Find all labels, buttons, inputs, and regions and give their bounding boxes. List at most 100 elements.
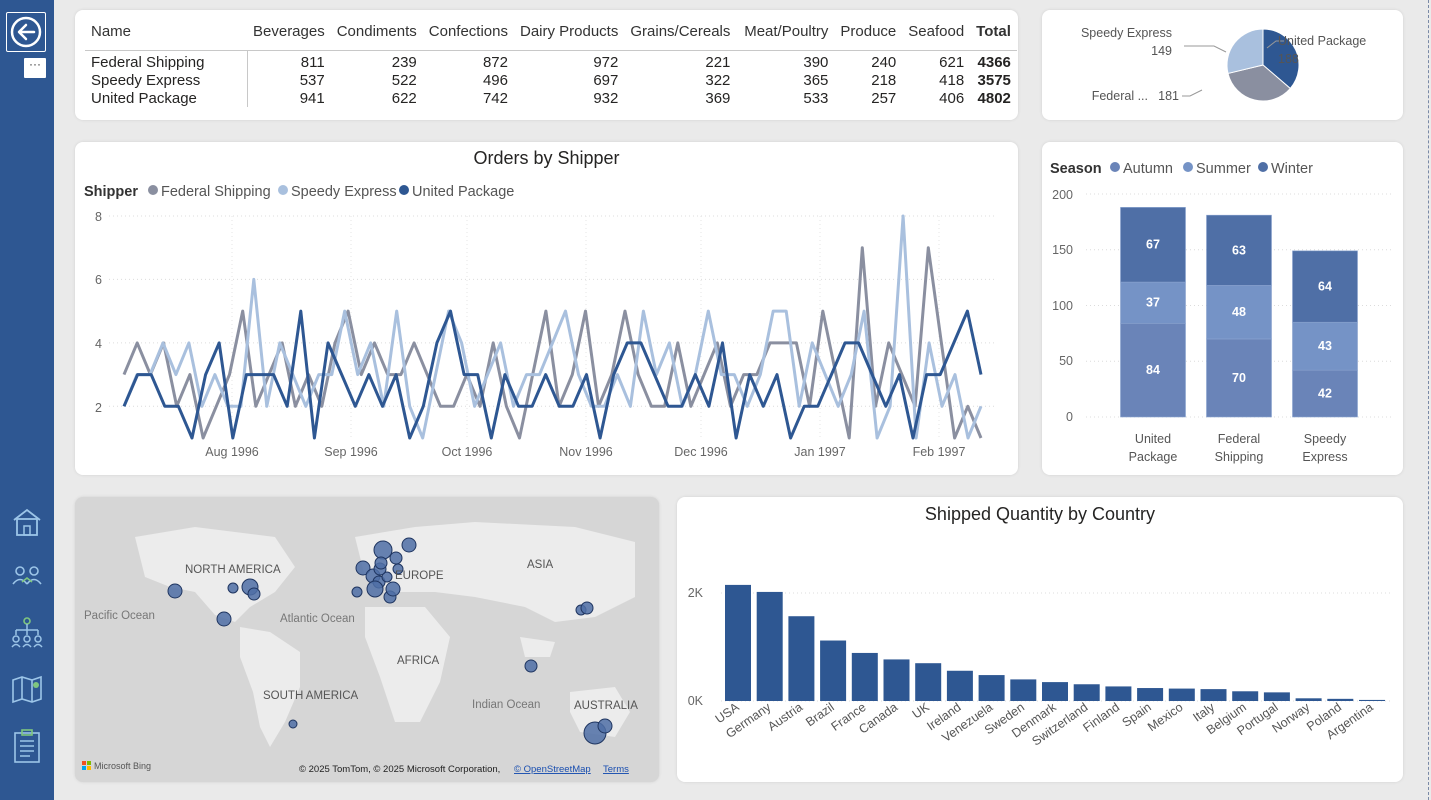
x-tick: Nov 1996: [559, 445, 613, 459]
pie-value: 188: [1278, 52, 1299, 66]
country-bar: [851, 652, 878, 701]
x-tick: Mexico: [1145, 700, 1186, 734]
map-card[interactable]: NORTH AMERICA EUROPE ASIA Pacific Ocean …: [75, 497, 659, 782]
column-header[interactable]: Condiments: [330, 20, 423, 51]
users-icon[interactable]: [10, 560, 44, 594]
cell: 369: [705, 89, 731, 107]
map-bubble: [366, 580, 384, 598]
total-cell: 3575: [977, 71, 1011, 89]
cell: 941: [299, 89, 325, 107]
country-bar: [788, 616, 815, 701]
x-tick: Express: [1302, 450, 1347, 464]
x-tick: Finland: [1081, 700, 1123, 735]
column-header[interactable]: Beverages: [247, 20, 331, 51]
column-header[interactable]: Name: [85, 20, 247, 51]
home-icon[interactable]: [10, 505, 44, 539]
country-bar: [1168, 688, 1195, 701]
map-bubble: [167, 583, 183, 599]
hierarchy-icon[interactable]: [10, 615, 44, 649]
orders-by-shipper-card: Orders by Shipper Shipper Federal Shippi…: [75, 142, 1018, 475]
legend-title: Season: [1050, 161, 1102, 177]
back-arrow-icon: [10, 16, 42, 48]
map-copyright: © 2025 TomTom, © 2025 Microsoft Corporat…: [299, 764, 500, 775]
column-header[interactable]: Confections: [422, 20, 514, 51]
map-icon[interactable]: [10, 672, 44, 706]
cell: 932: [593, 89, 619, 107]
cell: 742: [482, 89, 508, 107]
data-label: 84: [1146, 363, 1160, 377]
season-stacked-bar-chart[interactable]: Season Autumn Summer Winter 200 150 100 …: [1042, 142, 1403, 475]
legend-item: United Package: [412, 184, 514, 200]
pie-slice: [1226, 28, 1264, 75]
map-label: AFRICA: [397, 655, 440, 667]
legend-marker: [148, 185, 158, 195]
shipper-category-matrix: Name Beverages Condiments Confections Da…: [85, 20, 1017, 107]
cell: 533: [803, 89, 829, 107]
x-tick: Federal: [1218, 432, 1260, 446]
y-tick: 2K: [688, 586, 704, 600]
y-tick: 50: [1059, 354, 1073, 368]
country-bar: [946, 670, 973, 701]
bing-label: Microsoft Bing: [94, 761, 151, 771]
country-card: Shipped Quantity by Country 2K 0K USA Ger…: [677, 497, 1403, 782]
pie-label: Speedy Express: [1081, 26, 1172, 40]
pie-value: 181: [1158, 89, 1179, 103]
row-name: United Package: [85, 89, 248, 107]
column-header[interactable]: Total: [970, 20, 1017, 51]
row-name: Speedy Express: [85, 71, 248, 89]
map-bubble: [216, 611, 232, 627]
country-bar: [978, 675, 1005, 701]
country-bar-chart[interactable]: 2K 0K USAGermanyAustriaBrazilFranceCanad…: [677, 497, 1403, 782]
legend-marker: [1110, 162, 1120, 172]
pie-label: Federal ...: [1092, 89, 1148, 103]
cell: 522: [391, 71, 417, 89]
more-options-button[interactable]: ···: [24, 58, 46, 78]
table-row[interactable]: Federal Shipping 811 239 872 972 221 390…: [85, 50, 1017, 71]
terms-link[interactable]: Terms: [603, 764, 629, 775]
country-bar: [1232, 691, 1259, 701]
column-header[interactable]: Dairy Products: [513, 20, 625, 51]
cell: 697: [593, 71, 619, 89]
table-row[interactable]: Speedy Express 537 522 496 697 322 365 2…: [85, 71, 1017, 89]
cell: 496: [482, 71, 508, 89]
world-map[interactable]: NORTH AMERICA EUROPE ASIA Pacific Ocean …: [75, 497, 659, 782]
map-label: Indian Ocean: [472, 699, 540, 711]
x-tick: United: [1135, 432, 1171, 446]
back-button[interactable]: [6, 12, 46, 52]
country-bar: [1327, 698, 1354, 701]
column-header[interactable]: Seafood: [902, 20, 971, 51]
country-bar: [915, 663, 942, 701]
data-label: 64: [1318, 280, 1332, 294]
map-label: SOUTH AMERICA: [263, 690, 359, 702]
table-row[interactable]: United Package 941 622 742 932 369 533 2…: [85, 89, 1017, 107]
country-bar: [1200, 689, 1227, 701]
y-tick: 8: [95, 210, 102, 224]
map-bubble: [374, 556, 388, 570]
clipboard-icon[interactable]: [10, 728, 44, 763]
osm-link[interactable]: © OpenStreetMap: [514, 764, 591, 775]
row-name: Federal Shipping: [85, 50, 248, 71]
cell: 390: [803, 53, 829, 71]
map-label: NORTH AMERICA: [185, 564, 281, 576]
column-header[interactable]: Produce: [834, 20, 903, 51]
column-header[interactable]: Meat/Poultry: [736, 20, 835, 51]
x-tick: Speedy: [1304, 432, 1347, 446]
shipper-pie-chart[interactable]: Speedy Express 149 United Package 188 Fe…: [1042, 10, 1403, 120]
legend-item: Winter: [1271, 161, 1313, 177]
country-bar: [1042, 682, 1068, 701]
sidebar: ···: [0, 0, 54, 800]
y-tick: 0K: [688, 694, 704, 708]
data-label: 48: [1232, 305, 1246, 319]
country-bar: [1073, 684, 1100, 701]
legend-item: Federal Shipping: [161, 184, 271, 200]
orders-line-chart[interactable]: Shipper Federal Shipping Speedy Express …: [75, 142, 1018, 475]
country-bar: [883, 659, 910, 701]
cell: 537: [299, 71, 325, 89]
country-bar: [1010, 679, 1037, 701]
map-label: ASIA: [527, 559, 554, 571]
y-tick: 150: [1052, 243, 1073, 257]
x-tick: Austria: [765, 700, 805, 734]
cell: 811: [300, 53, 325, 71]
column-header[interactable]: Grains/Cereals: [624, 20, 737, 51]
legend-marker: [1183, 162, 1193, 172]
